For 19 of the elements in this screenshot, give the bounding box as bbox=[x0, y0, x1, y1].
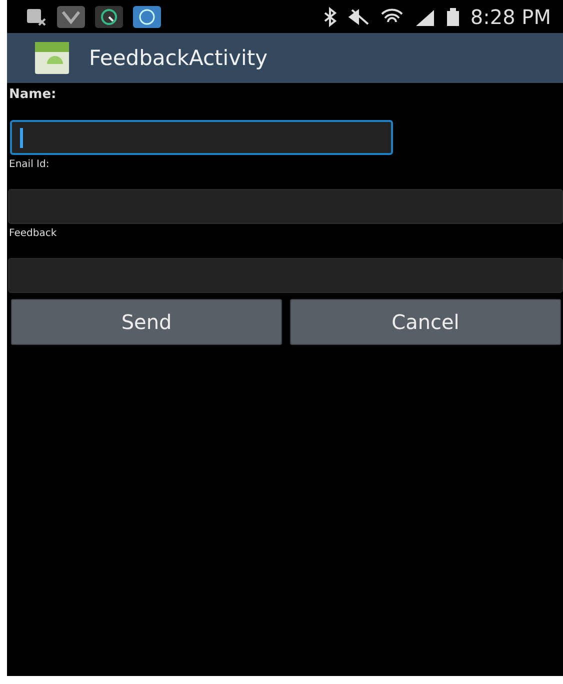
mute-icon bbox=[348, 6, 370, 26]
field-label: Enail Id: bbox=[8, 159, 50, 171]
gauge-icon bbox=[95, 6, 123, 28]
field-label: Feedback bbox=[8, 228, 58, 240]
input-field[interactable] bbox=[8, 189, 563, 224]
text-cursor bbox=[20, 128, 23, 148]
battery-icon bbox=[446, 6, 460, 26]
app-icon bbox=[57, 6, 85, 28]
send-button[interactable]: Send bbox=[11, 299, 282, 345]
input-field[interactable] bbox=[8, 258, 563, 293]
sim-card-icon bbox=[25, 6, 47, 26]
cancel-button[interactable]: Cancel bbox=[290, 299, 561, 345]
status-time: 8:28 PM bbox=[470, 4, 551, 28]
field-label: Name: bbox=[8, 87, 58, 103]
android-app-icon bbox=[35, 42, 69, 74]
bluetooth-icon bbox=[322, 6, 338, 26]
app-icon bbox=[133, 6, 161, 28]
input-field[interactable] bbox=[10, 120, 393, 155]
app-title: FeedbackActivity bbox=[89, 46, 268, 70]
